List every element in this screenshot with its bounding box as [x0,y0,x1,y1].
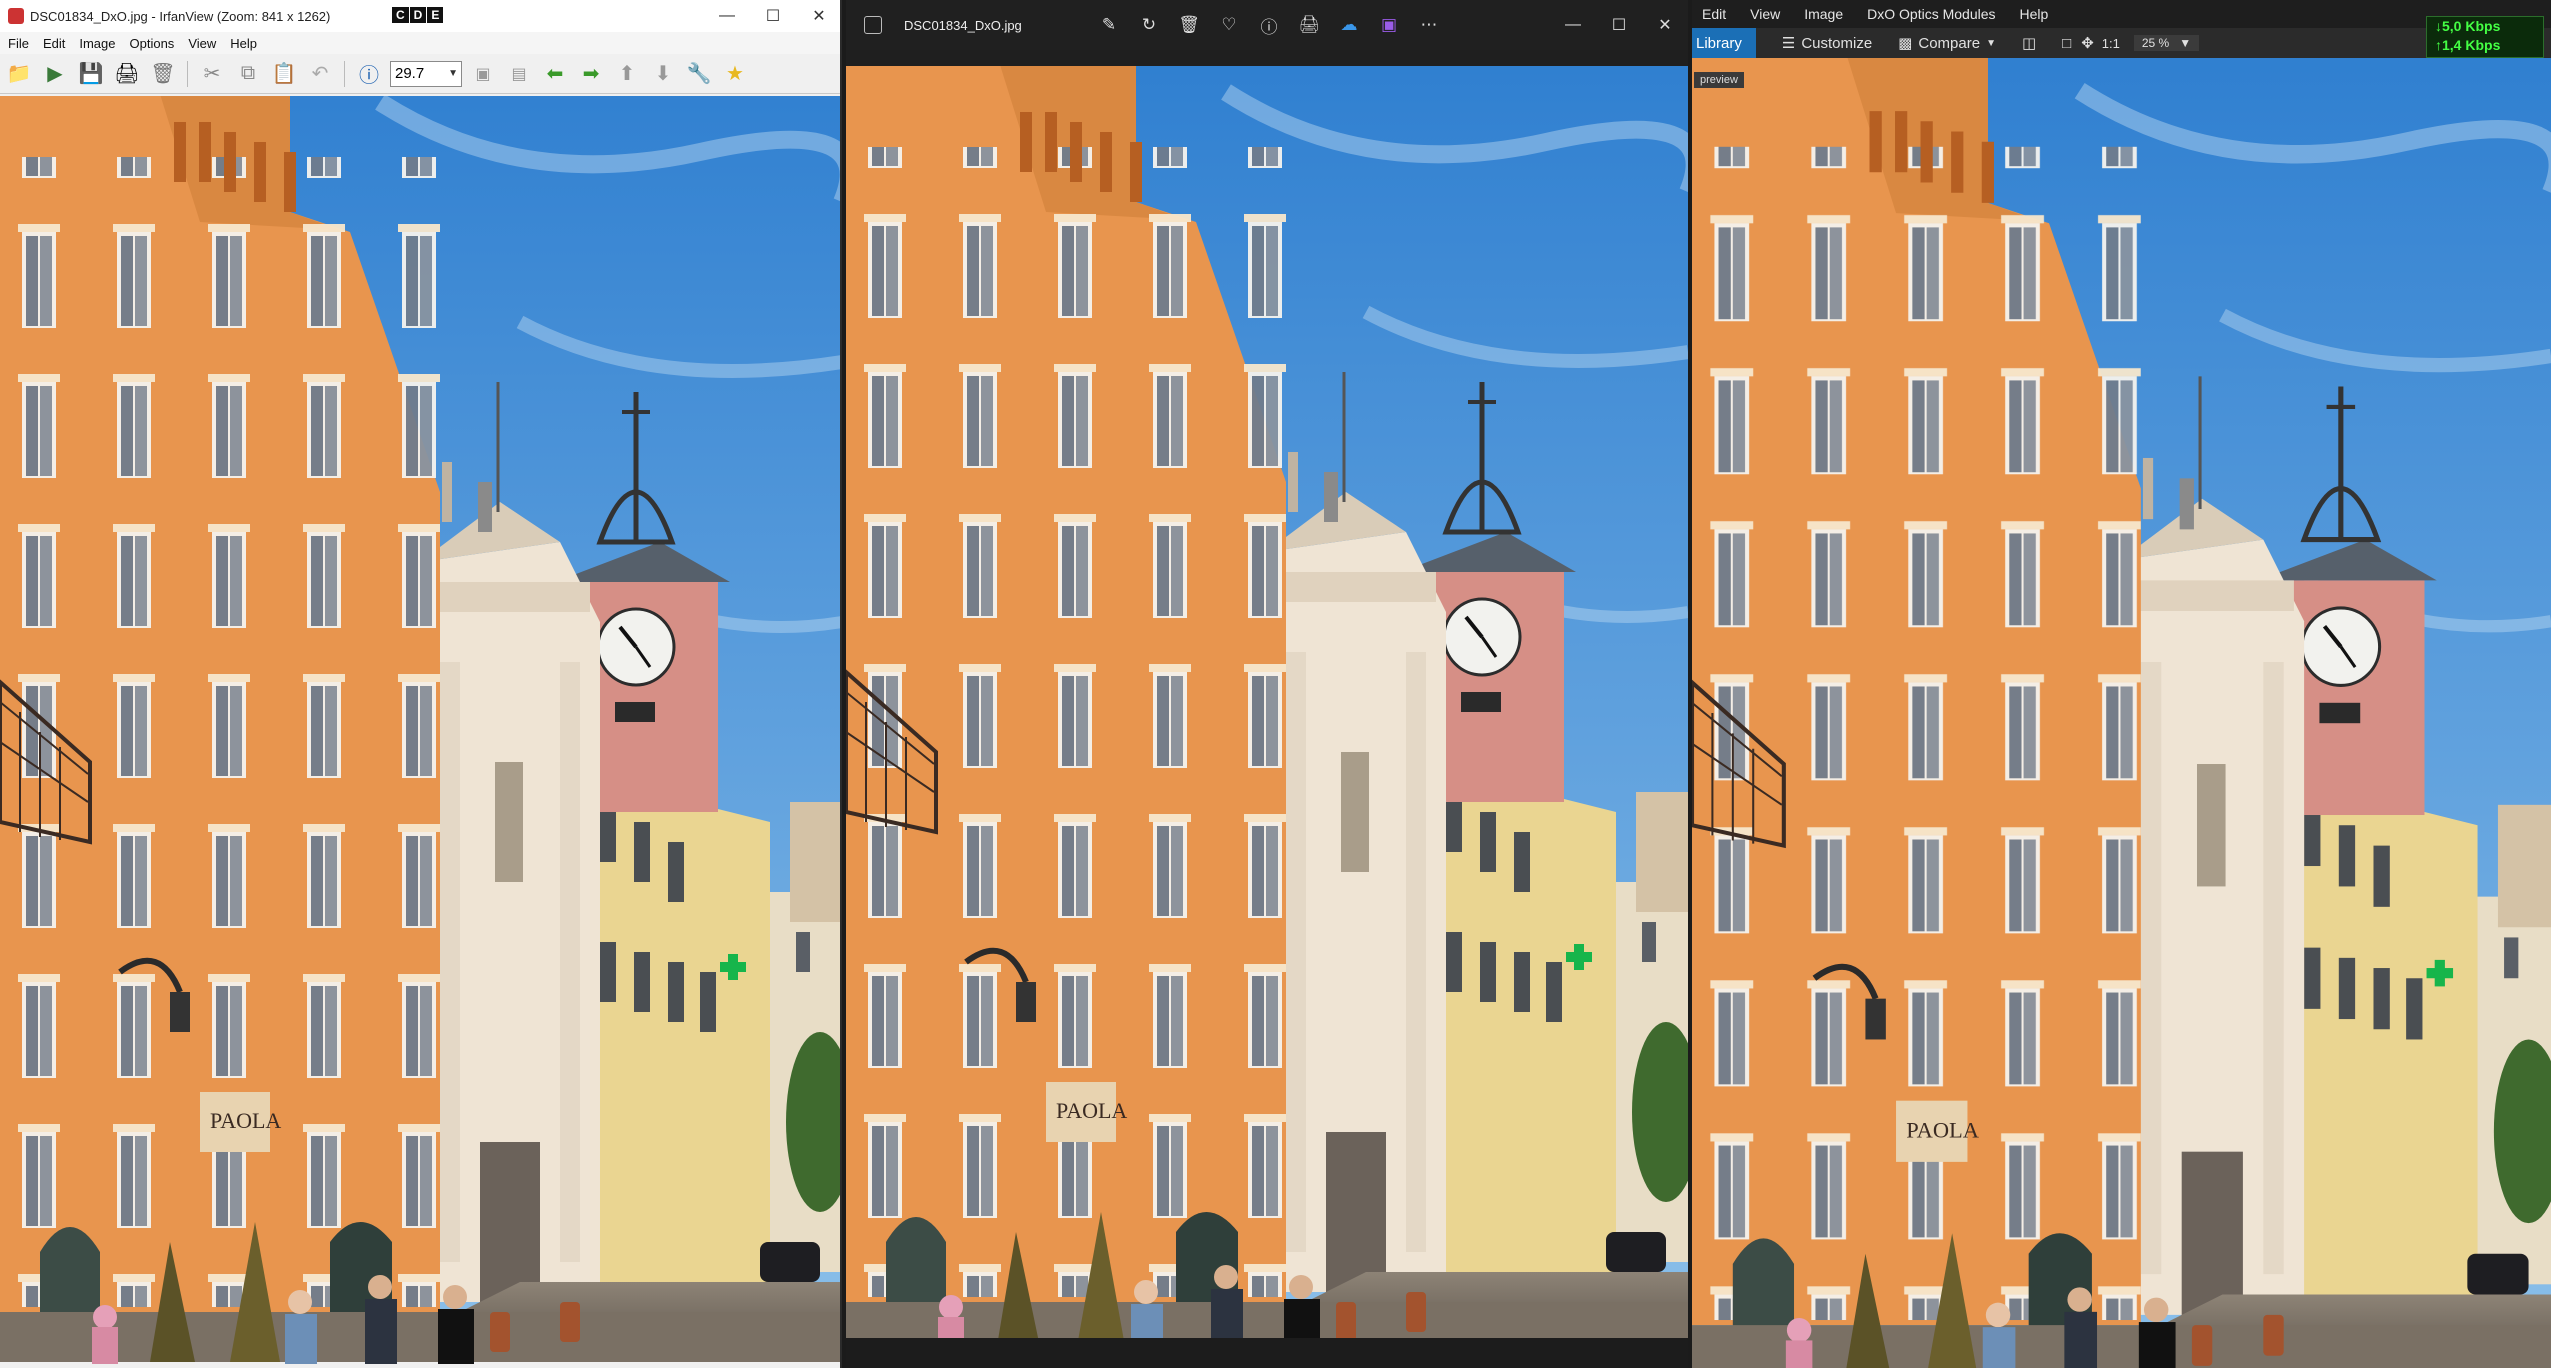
chevron-down-icon[interactable]: ▼ [448,68,461,79]
irfanview-window: DSC01834_DxO.jpg - IrfanView (Zoom: 841 … [0,0,842,1368]
minimize-icon[interactable]: ▤ [504,59,534,89]
customize-button[interactable]: ☰ Customize [1781,34,1873,53]
down-icon[interactable]: ⬇ [648,59,678,89]
irfanview-title: DSC01834_DxO.jpg - IrfanView (Zoom: 841 … [30,8,331,24]
info-icon[interactable]: ⓘ [354,59,384,89]
open-folder-icon[interactable]: 📁 [4,59,34,89]
more-icon[interactable]: ⋯ [1416,15,1442,35]
preview-tooltip: preview [1694,72,1744,88]
zoom-select[interactable]: 25 % ▼ [2133,35,2200,51]
menu-edit[interactable]: Edit [43,36,65,51]
zoom-input[interactable]: 29.7 ▼ [390,60,462,87]
menu-image[interactable]: Image [1804,6,1843,22]
dxo-image [1692,58,2551,1368]
toolbar-separator [344,60,345,87]
photos-image [846,66,1688,1338]
photos-app-icon [864,16,882,34]
menu-dxo-optics-modules[interactable]: DxO Optics Modules [1867,6,1995,22]
crop-icon[interactable]: □ [2062,35,2071,52]
tab-library[interactable]: Library [1692,28,1756,58]
photos-bottom-bar [846,1338,1688,1368]
photos-titlebar[interactable]: DSC01834_DxO.jpg ✎ ↻ 🗑 ♡ ⓘ 🖨 ☁ ▣ ⋯ — ☐ ✕ [846,0,1688,50]
maximize-button[interactable]: ☐ [1596,0,1642,50]
maximize-button[interactable]: ☐ [750,0,796,32]
ratio-button[interactable]: 1:1 [2102,36,2120,51]
chevron-down-icon[interactable]: ▼ [1986,38,1996,49]
menu-view[interactable]: View [1750,6,1780,22]
move-icon[interactable]: ✥ [2081,34,2094,52]
cde-badge-c: C [392,7,409,23]
copy-icon[interactable]: ⧉ [233,59,263,89]
minimize-button[interactable]: — [704,0,750,32]
compare-button[interactable]: ▩ Compare ▼ [1898,34,1996,53]
menu-view[interactable]: View [188,36,216,51]
dxo-menubar: Edit View Image DxO Optics Modules Help [1692,0,2551,28]
cut-icon[interactable]: ✂ [197,59,227,89]
customize-label: Customize [1801,34,1873,52]
delete-icon[interactable]: 🗑 [148,59,178,89]
irfanview-toolbar: 📁 ▶ 💾 🖨 🗑 ✂ ⧉ 📋 ↶ ⓘ 29.7 ▼ ▣ ▤ ⬅ ➡ ⬆ ⬇ 🔧… [0,54,840,94]
photos-window: DSC01834_DxO.jpg ✎ ↻ 🗑 ♡ ⓘ 🖨 ☁ ▣ ⋯ — ☐ ✕ [846,0,1688,1368]
split-view-icon[interactable]: ◫ [2022,34,2036,52]
up-icon[interactable]: ⬆ [612,59,642,89]
info-icon[interactable]: ⓘ [1256,13,1282,38]
zoom-value: 25 % [2141,36,2170,50]
photos-title: DSC01834_DxO.jpg [904,17,1022,33]
toolbar-separator [187,60,188,87]
onedrive-icon[interactable]: ☁ [1336,15,1362,35]
tab-library-label: Library [1696,34,1742,52]
delete-icon[interactable]: 🗑 [1176,15,1202,35]
irfanview-image [0,96,842,1368]
close-button[interactable]: ✕ [1642,0,1688,50]
favorite-icon[interactable]: ★ [720,59,750,89]
print-icon[interactable]: 🖨 [112,59,142,89]
settings-icon[interactable]: 🔧 [684,59,714,89]
network-speed-widget: ↓5,0 Kbps ↑1,4 Kbps [2426,16,2544,58]
cde-badge-e: E [427,7,444,23]
irfanview-titlebar[interactable]: DSC01834_DxO.jpg - IrfanView (Zoom: 841 … [0,0,840,32]
network-up-speed: 1,4 Kbps [2442,37,2501,53]
cde-badge: C D E [392,7,444,23]
dxo-window: Edit View Image DxO Optics Modules Help … [1692,0,2551,1368]
menu-help[interactable]: Help [230,36,257,51]
cde-badge-d: D [409,7,427,23]
menu-help[interactable]: Help [2020,6,2049,22]
next-icon[interactable]: ➡ [576,59,606,89]
dxo-toolbar: Library ☰ Customize ▩ Compare ▼ ◫ □ ✥ 1:… [1692,28,2551,58]
save-icon[interactable]: 💾 [76,59,106,89]
customize-icon: ☰ [1781,35,1796,52]
edit-icon[interactable]: ✎ [1096,15,1122,35]
favorite-icon[interactable]: ♡ [1216,15,1242,35]
print-icon[interactable]: 🖨 [1296,15,1322,35]
close-button[interactable]: ✕ [796,0,840,32]
menu-options[interactable]: Options [130,36,175,51]
compare-label: Compare [1918,34,1981,52]
irfanview-app-icon [8,8,24,24]
menu-image[interactable]: Image [79,36,115,51]
compare-icon: ▩ [1898,35,1913,52]
network-down-speed: 5,0 Kbps [2442,18,2501,34]
undo-icon[interactable]: ↶ [305,59,335,89]
rotate-icon[interactable]: ↻ [1136,15,1162,35]
previous-icon[interactable]: ⬅ [540,59,570,89]
irfanview-menubar: File Edit Image Options View Help [0,32,840,54]
zoom-value: 29.7 [395,65,425,82]
clipchamp-icon[interactable]: ▣ [1376,15,1402,35]
menu-edit[interactable]: Edit [1702,6,1726,22]
paste-icon[interactable]: 📋 [269,59,299,89]
menu-file[interactable]: File [8,36,29,51]
fit-icon[interactable]: ▣ [468,59,498,89]
slideshow-icon[interactable]: ▶ [40,59,70,89]
minimize-button[interactable]: — [1550,0,1596,50]
chevron-down-icon: ▼ [2179,36,2192,50]
